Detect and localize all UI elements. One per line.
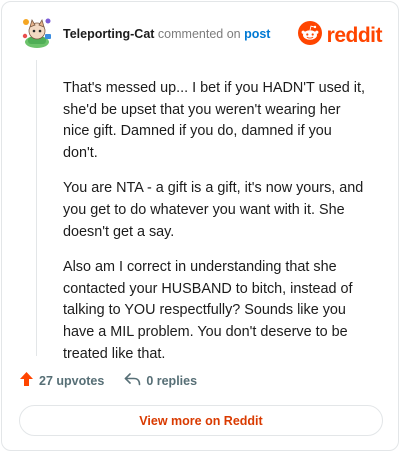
comment-paragraph: Also am I correct in understanding that … xyxy=(63,258,353,362)
view-more-on-reddit-button[interactable]: View more on Reddit xyxy=(19,405,383,436)
username-link[interactable]: Teleporting-Cat xyxy=(63,27,154,41)
reply-arrow-icon xyxy=(124,372,141,390)
reddit-wordmark: reddit xyxy=(326,23,383,47)
upvote-arrow-icon xyxy=(19,371,34,390)
comment-paragraph: You are NTA - a gift is a gift, it's now… xyxy=(63,180,364,240)
comment-actions: 27 upvotes 0 replies xyxy=(19,371,197,390)
post-link[interactable]: post xyxy=(244,27,270,41)
replies-count: 0 replies xyxy=(146,373,198,388)
comment-action-text: commented on xyxy=(154,27,245,41)
user-avatar-icon[interactable] xyxy=(20,16,54,50)
replies-button[interactable]: 0 replies xyxy=(124,372,197,390)
thread-line xyxy=(36,60,37,356)
comment-header: Teleporting-Cat commented on post xyxy=(63,26,270,42)
comment-body: That's messed up... I bet if you HADN'T … xyxy=(63,78,369,379)
comment-paragraph: That's messed up... I bet if you HADN'T … xyxy=(63,80,365,162)
upvotes-button[interactable]: 27 upvotes xyxy=(19,371,104,390)
upvotes-count: 27 upvotes xyxy=(39,373,105,388)
reddit-snoo-icon xyxy=(297,21,322,50)
reddit-logo[interactable]: reddit xyxy=(297,21,383,50)
embedded-comment-card: Teleporting-Cat commented on post reddit… xyxy=(1,1,399,451)
